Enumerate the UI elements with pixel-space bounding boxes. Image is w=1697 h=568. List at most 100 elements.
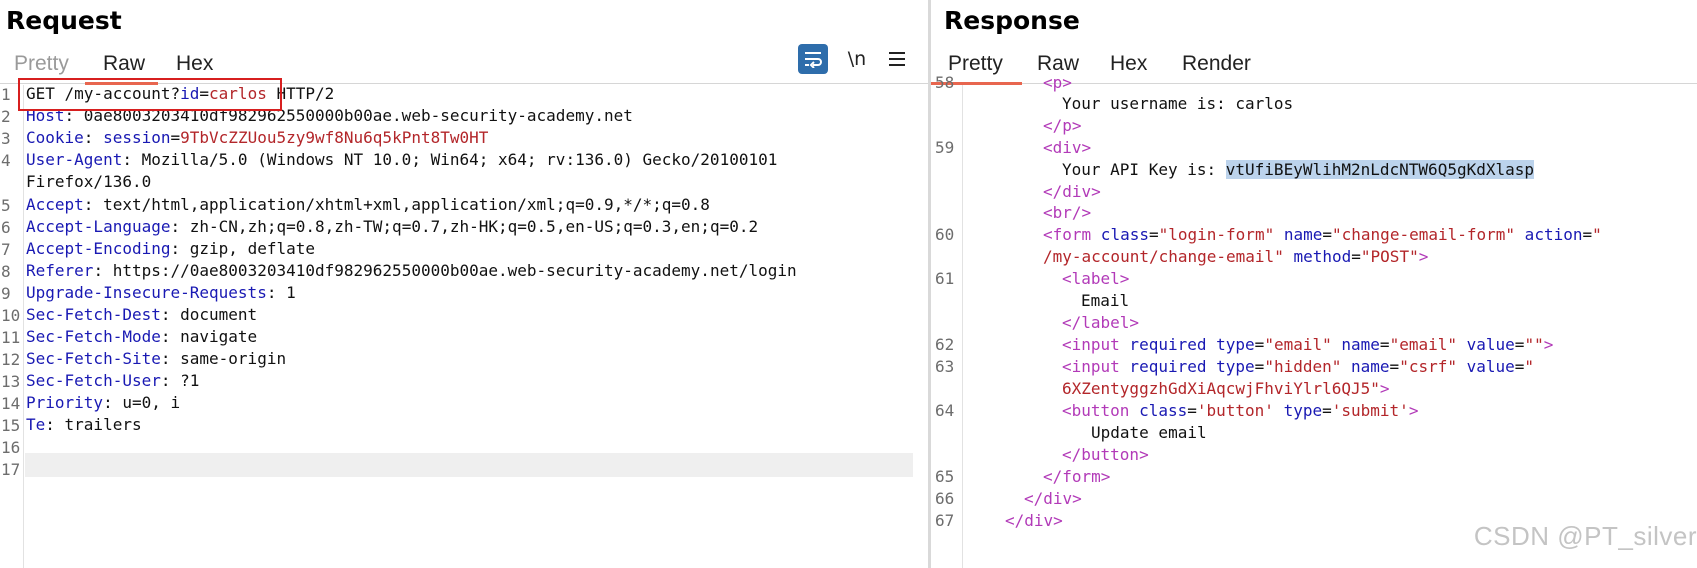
header-value: u=0, i	[122, 393, 181, 412]
request-editor[interactable]: 1 2 3 4 5 6 7 8 9 10 11 12 13 14 15 16 1…	[0, 84, 928, 568]
header-value: navigate	[180, 327, 258, 346]
html-tag: </label>	[1062, 313, 1140, 332]
line-number: 16	[1, 438, 21, 457]
html-tag: <input	[1062, 335, 1120, 354]
header-key: Te	[26, 415, 46, 434]
equals-sign: =	[1389, 357, 1400, 376]
html-tag: >	[1379, 379, 1390, 398]
html-tag: <button	[1062, 401, 1130, 420]
header-line: Sec-Fetch-User: ?1	[26, 369, 199, 393]
line-number: 14	[1, 394, 21, 413]
html-attr: type	[1206, 335, 1255, 354]
header-value: trailers	[64, 415, 142, 434]
response-title: Response	[944, 6, 1080, 35]
csrf-token-value: 6XZentyggzhGdXiAqcwjFhviYlrl6QJ5"	[1062, 379, 1380, 398]
attr-value: "email"	[1264, 335, 1332, 354]
attr-value: "	[1524, 357, 1535, 376]
equals-sign: =	[1187, 401, 1197, 420]
code-line: <br/>	[1043, 201, 1091, 225]
header-value: document	[180, 305, 258, 324]
html-tag: >	[1543, 335, 1554, 354]
cookie-value: 9TbVcZZUou5zy9wf8Nu6q5kPnt8Tw0HT	[180, 128, 489, 147]
equals-sign: =	[1379, 335, 1390, 354]
header-key: Sec-Fetch-Dest	[26, 305, 161, 324]
response-tab-hex[interactable]: Hex	[1110, 52, 1147, 80]
request-tab-pretty[interactable]: Pretty	[14, 52, 69, 80]
header-line: Upgrade-Insecure-Requests: 1	[26, 281, 296, 305]
equals-sign: =	[1351, 247, 1361, 266]
code-line: <input required type="email" name="email…	[1062, 333, 1553, 357]
request-tab-raw[interactable]: Raw	[103, 52, 145, 80]
line-number: 1	[1, 85, 11, 104]
header-value: zh-CN,zh;q=0.8,zh-TW;q=0.7,zh-HK;q=0.5,e…	[189, 217, 759, 236]
response-panel: Response Pretty Raw Hex Render 58 59 60 …	[931, 0, 1697, 568]
line-number: 11	[1, 328, 21, 347]
code-line: </button>	[1062, 443, 1149, 467]
equals-sign: =	[1254, 335, 1265, 354]
line-number: 63	[935, 357, 955, 376]
header-line: Priority: u=0, i	[26, 391, 180, 415]
api-key-value[interactable]: vtUfiBEyWlihM2nLdcNTW6Q5gKdXlasp	[1225, 160, 1535, 179]
attr-value: ""	[1524, 335, 1544, 354]
header-value: same-origin	[180, 349, 287, 368]
header-key: Sec-Fetch-Site	[26, 349, 161, 368]
wrap-lines-button[interactable]	[798, 44, 828, 74]
header-separator: :	[122, 150, 142, 169]
menu-button[interactable]	[882, 44, 912, 74]
hamburger-menu-icon	[889, 52, 905, 66]
request-tab-hex[interactable]: Hex	[176, 52, 213, 80]
request-line-highlight-box	[18, 78, 282, 111]
code-line: Your API Key is: vtUfiBEyWlihM2nLdcNTW6Q…	[1062, 158, 1535, 182]
line-number: 13	[1, 372, 21, 391]
show-newlines-button[interactable]: \n	[842, 44, 872, 74]
watermark: CSDN @PT_silver	[1473, 521, 1697, 551]
line-number: 60	[935, 225, 955, 244]
wrap-lines-icon	[805, 52, 822, 68]
request-line-gutter: 1 2 3 4 5 6 7 8 9 10 11 12 13 14 15 16 1…	[0, 85, 24, 568]
header-line: Referer: https://0ae8003203410df98296255…	[26, 259, 797, 283]
code-line: </div>	[1024, 487, 1082, 511]
header-separator: :	[93, 261, 113, 280]
header-value: 1	[286, 283, 296, 302]
code-line: Email	[1081, 289, 1129, 313]
line-number: 17	[1, 460, 21, 479]
cookie-name: session	[103, 128, 171, 147]
header-separator: :	[83, 128, 104, 147]
equals-sign: =	[1322, 401, 1332, 420]
header-key: Upgrade-Insecure-Requests	[26, 283, 267, 302]
html-tag: >	[1408, 401, 1419, 420]
line-number: 61	[935, 269, 955, 288]
header-key: Sec-Fetch-Mode	[26, 327, 161, 346]
code-line: <button class='button' type='submit'>	[1062, 399, 1418, 423]
header-line: Accept: text/html,application/xhtml+xml,…	[26, 193, 710, 217]
header-key: Accept-Language	[26, 217, 171, 236]
attr-value: 'submit'	[1331, 401, 1409, 420]
header-value: gzip, deflate	[189, 239, 315, 258]
equals-sign: =	[1514, 335, 1525, 354]
button-text: Update email	[1091, 423, 1207, 442]
header-value: Mozilla/5.0 (Windows NT 10.0; Win64; x64…	[141, 150, 778, 169]
response-tab-pretty[interactable]: Pretty	[948, 52, 1003, 80]
header-value: ?1	[180, 371, 200, 390]
code-line: </label>	[1062, 311, 1139, 335]
html-tag: </p>	[1043, 116, 1082, 135]
header-line: Accept-Encoding: gzip, deflate	[26, 237, 315, 261]
line-number: 5	[1, 196, 11, 215]
equals-sign: =	[1148, 225, 1159, 244]
attr-value: "hidden"	[1264, 357, 1342, 376]
html-attr: class	[1091, 225, 1149, 244]
html-tag: >	[1418, 247, 1429, 266]
html-tag: </div>	[1005, 511, 1063, 530]
header-line-continuation: Firefox/136.0	[26, 170, 151, 194]
header-separator: :	[160, 327, 181, 346]
code-line: <form class="login-form" name="change-em…	[1043, 223, 1602, 247]
equals-sign: =	[170, 128, 181, 147]
html-attr: name	[1274, 225, 1323, 244]
line-number: 65	[935, 467, 955, 486]
header-line: Sec-Fetch-Mode: navigate	[26, 325, 257, 349]
header-line: Te: trailers	[26, 413, 142, 437]
response-tab-render[interactable]: Render	[1182, 52, 1251, 80]
code-line: <div>	[1043, 136, 1091, 160]
response-editor[interactable]: 58 59 60 61 62 63 64 65 66 67 <p> Your u…	[931, 73, 1697, 568]
header-separator: :	[45, 415, 65, 434]
